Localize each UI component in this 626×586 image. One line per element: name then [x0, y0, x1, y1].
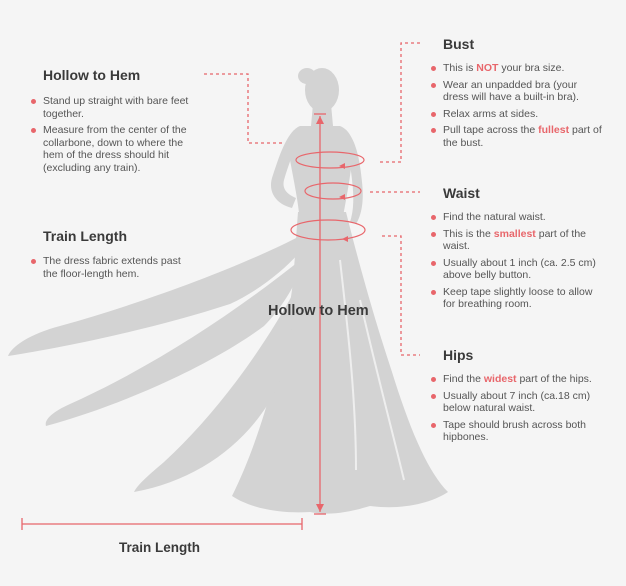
list-item: This is NOT your bra size.: [430, 62, 602, 75]
train-length-figure-label: Train Length: [119, 540, 200, 555]
waist-title: Waist: [443, 185, 480, 201]
bullet-dot: [31, 259, 36, 264]
list-item: Pull tape across the fullest part of the…: [430, 124, 602, 149]
bullet-dot: [431, 260, 436, 266]
train-length-title: Train Length: [43, 228, 127, 244]
list-item: The dress fabric extends past the floor-…: [30, 255, 198, 280]
bust-list: This is NOT your bra size. Wear an unpad…: [430, 62, 602, 153]
hips-list: Find the widest part of the hips. Usuall…: [430, 373, 602, 448]
list-item: Measure from the center of the collarbon…: [30, 124, 198, 174]
list-item: Find the natural waist.: [430, 211, 602, 224]
list-item: Usually about 7 inch (ca.18 cm) below na…: [430, 390, 602, 415]
list-item: Keep tape slightly loose to allow for br…: [430, 286, 602, 311]
train-length-line: [21, 518, 303, 530]
bullet-dot: [431, 377, 436, 382]
leader-hollow: [204, 73, 284, 144]
bullet-dot: [431, 111, 436, 117]
bullet-dot: [431, 215, 436, 220]
list-item: Stand up straight with bare feet togethe…: [30, 95, 198, 120]
size-guide-diagram: Hollow to Hem Stand up straight with bar…: [0, 0, 626, 586]
list-item: Find the widest part of the hips.: [430, 373, 602, 386]
bullet-dot: [431, 66, 436, 71]
list-item: Tape should brush across both hipbones.: [430, 419, 602, 444]
bullet-dot: [31, 99, 36, 104]
bullet-dot: [431, 289, 436, 295]
hips-title: Hips: [443, 347, 474, 363]
bullet-dot: [31, 128, 36, 133]
bullet-dot: [431, 422, 436, 428]
train-length-list: The dress fabric extends past the floor-…: [30, 255, 198, 284]
waist-list: Find the natural waist. This is the smal…: [430, 211, 602, 315]
list-item: Usually about 1 inch (ca. 2.5 cm) above …: [430, 257, 602, 282]
bullet-dot: [431, 82, 436, 88]
list-item: Wear an unpadded bra (your dress will ha…: [430, 79, 602, 104]
leader-bust: [380, 42, 420, 163]
bullet-dot: [431, 393, 436, 399]
bullet-dot: [431, 128, 436, 133]
hollow-to-hem-list: Stand up straight with bare feet togethe…: [30, 95, 198, 178]
list-item: This is the smallest part of the waist.: [430, 228, 602, 253]
bullet-dot: [431, 231, 436, 237]
hollow-to-hem-figure-label: Hollow to Hem: [268, 303, 369, 319]
leader-hips: [382, 235, 420, 356]
bust-title: Bust: [443, 36, 475, 52]
hollow-to-hem-title: Hollow to Hem: [43, 67, 141, 83]
list-item: Relax arms at sides.: [430, 108, 602, 121]
